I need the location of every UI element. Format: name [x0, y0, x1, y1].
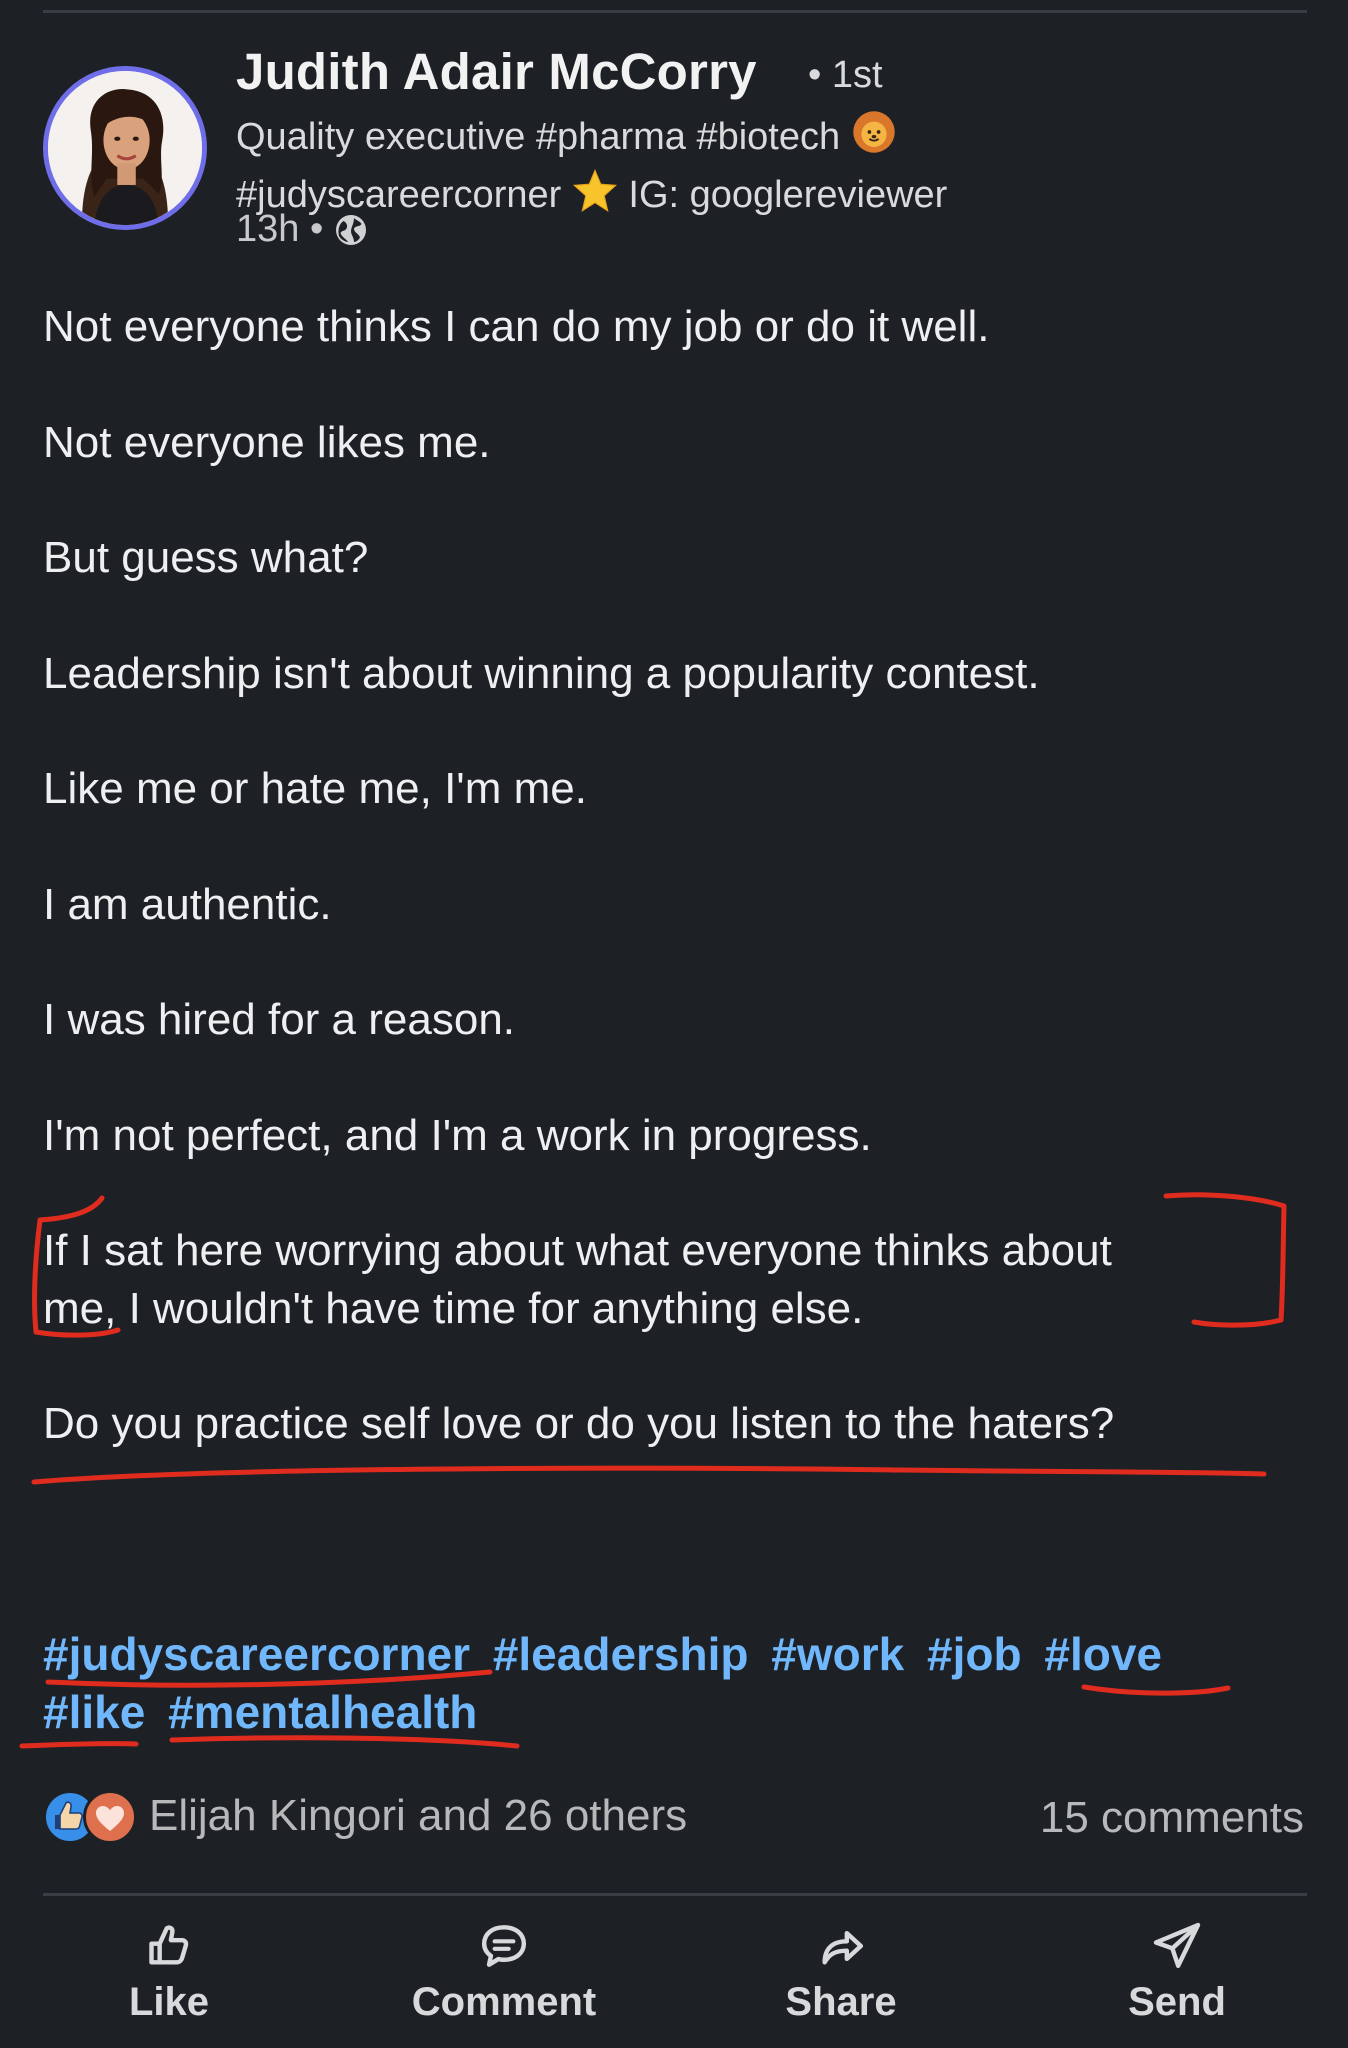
annotation-like-underline: [19, 1741, 139, 1749]
post-paragraph: I'm not perfect, and I'm a work in progr…: [43, 1111, 872, 1160]
actions-divider: [43, 1893, 1307, 1896]
post-paragraph: Leadership isn't about winning a popular…: [43, 649, 1040, 698]
paper-plane-icon: [1153, 1922, 1201, 1969]
reaction-icons: [43, 1790, 139, 1844]
author-headline: Quality executive #pharma #biotech #judy…: [236, 109, 1136, 225]
hashtag-link[interactable]: #work: [771, 1628, 904, 1680]
lion-emoji-icon: [851, 109, 897, 167]
post-paragraph: But guess what?: [43, 533, 369, 582]
share-label: Share: [785, 1980, 897, 2024]
like-button[interactable]: Like: [49, 1918, 289, 2025]
annotation-right-bracket: [1163, 1192, 1287, 1328]
hashtag-link[interactable]: #mentalhealth: [168, 1686, 477, 1738]
share-button[interactable]: Share: [721, 1918, 961, 2025]
hashtag-link[interactable]: #judyscareercorner: [43, 1628, 470, 1680]
timestamp-text: 13h •: [236, 208, 324, 250]
love-reaction-icon: [83, 1790, 137, 1844]
top-divider: [43, 10, 1307, 13]
post-paragraph: Do you practice self love or do you list…: [43, 1399, 1115, 1448]
star-emoji-icon: [572, 167, 618, 225]
post-hashtags: #judyscareercorner #leadership #work #jo…: [43, 1625, 1273, 1741]
post-paragraph: I was hired for a reason.: [43, 995, 516, 1044]
thumbs-up-icon: [149, 1925, 189, 1965]
hashtag-link[interactable]: #job: [927, 1628, 1022, 1680]
post-paragraph: Not everyone thinks I can do my job or d…: [43, 302, 990, 351]
post-timestamp: 13h •: [236, 208, 369, 251]
headline-line1: Quality executive #pharma #biotech: [236, 116, 841, 158]
comment-button[interactable]: Comment: [384, 1918, 624, 2025]
connection-degree: • 1st: [808, 54, 883, 96]
avatar-photo: [48, 71, 202, 225]
comment-bubble-icon: [481, 1925, 527, 1967]
globe-icon: [333, 212, 369, 248]
comments-count[interactable]: 15 comments: [1040, 1793, 1304, 1843]
send-label: Send: [1128, 1980, 1226, 2024]
hashtag-link[interactable]: #like: [43, 1686, 145, 1738]
post-paragraph: Like me or hate me, I'm me.: [43, 764, 587, 813]
author-avatar[interactable]: [43, 66, 207, 230]
like-label: Like: [128, 1980, 210, 2024]
reactions-summary[interactable]: Elijah Kingori and 26 others: [43, 1790, 687, 1844]
post-paragraph: If I sat here worrying about what everyo…: [43, 1226, 1112, 1275]
hashtag-link[interactable]: #love: [1044, 1628, 1162, 1680]
share-arrow-icon: [822, 1930, 864, 1965]
post-paragraph: me, I wouldn't have time for anything el…: [43, 1284, 864, 1333]
post-paragraph: Not everyone likes me.: [43, 418, 491, 467]
headline-instagram: IG: googlereviewer: [628, 174, 948, 216]
comment-label: Comment: [411, 1980, 597, 2024]
author-name[interactable]: Judith Adair McCorry: [236, 42, 757, 101]
hashtag-link[interactable]: #leadership: [493, 1628, 749, 1680]
post-paragraph: I am authentic.: [43, 880, 332, 929]
reactors-text[interactable]: Elijah Kingori and 26 others: [149, 1791, 687, 1841]
annotation-question-underline: [31, 1465, 1267, 1485]
send-button[interactable]: Send: [1057, 1918, 1297, 2025]
